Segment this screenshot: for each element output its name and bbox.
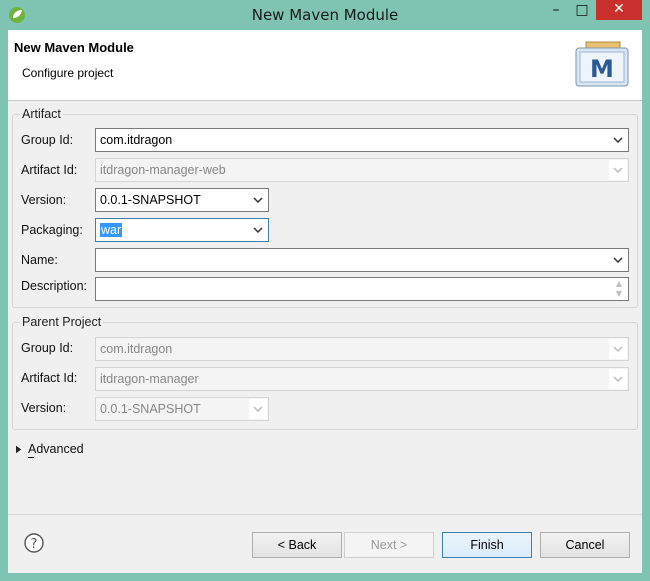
chevron-down-icon[interactable] — [611, 249, 625, 271]
parent-group-id-label: Group Id: — [21, 341, 74, 355]
parent-group-id-combo: com.itdragon — [95, 337, 629, 361]
parent-artifact-id-label: Artifact Id: — [21, 371, 78, 385]
parent-group-id-value: com.itdragon — [100, 342, 173, 356]
version-value: 0.0.1-SNAPSHOT — [100, 193, 201, 207]
chevron-down-icon — [613, 346, 623, 353]
group-id-label: Group Id: — [21, 133, 74, 147]
chevron-down-icon — [253, 406, 263, 413]
footer-separator — [8, 514, 642, 515]
maximize-button[interactable]: □ — [569, 1, 595, 21]
minimize-button[interactable]: – — [543, 1, 569, 21]
finish-button[interactable]: Finish — [442, 532, 532, 558]
chevron-down-icon[interactable] — [611, 129, 625, 151]
chevron-down-icon[interactable] — [251, 219, 265, 241]
parent-version-value: 0.0.1-SNAPSHOT — [100, 402, 201, 416]
parent-artifact-id-combo: itdragon-manager — [95, 367, 629, 391]
parent-artifact-id-value: itdragon-manager — [100, 372, 199, 386]
maven-logo-icon: M — [575, 41, 629, 87]
group-id-value: com.itdragon — [100, 133, 173, 147]
scroll-down-icon[interactable]: ▼ — [612, 289, 626, 299]
close-button[interactable]: ✕ — [596, 0, 642, 20]
eclipse-spring-icon — [9, 7, 25, 23]
scroll-up-icon[interactable]: ▲ — [612, 279, 626, 289]
next-button: Next > — [344, 532, 434, 558]
chevron-down-icon[interactable] — [251, 189, 265, 211]
advanced-label[interactable]: Advanced — [28, 442, 84, 456]
wizard-subtitle: Configure project — [22, 66, 114, 80]
name-combo[interactable] — [95, 248, 629, 272]
svg-text:?: ? — [31, 537, 38, 552]
description-textarea[interactable]: ▲ ▼ — [95, 277, 629, 301]
chevron-down-icon — [613, 376, 623, 383]
svg-text:M: M — [590, 55, 614, 83]
artifact-id-combo: itdragon-manager-web — [95, 158, 629, 182]
version-label: Version: — [21, 193, 67, 207]
packaging-value: war — [100, 223, 123, 237]
name-label: Name: — [21, 253, 58, 267]
packaging-label: Packaging: — [21, 223, 83, 237]
artifact-group-label: Artifact — [20, 107, 63, 121]
wizard-title: New Maven Module — [14, 40, 134, 55]
triangle-right-icon[interactable] — [16, 445, 22, 454]
help-icon[interactable]: ? — [24, 533, 44, 553]
artifact-id-label: Artifact Id: — [21, 163, 78, 177]
packaging-combo[interactable]: war — [95, 218, 269, 242]
back-button[interactable]: < Back — [252, 532, 342, 558]
artifact-id-value: itdragon-manager-web — [100, 163, 226, 177]
parent-project-group-label: Parent Project — [20, 315, 104, 329]
group-id-combo[interactable]: com.itdragon — [95, 128, 629, 152]
version-combo[interactable]: 0.0.1-SNAPSHOT — [95, 188, 269, 212]
parent-version-label: Version: — [21, 401, 67, 415]
cancel-button[interactable]: Cancel — [540, 532, 630, 558]
parent-version-combo: 0.0.1-SNAPSHOT — [95, 397, 269, 421]
description-label: Description: — [21, 279, 87, 293]
chevron-down-icon — [613, 167, 623, 174]
